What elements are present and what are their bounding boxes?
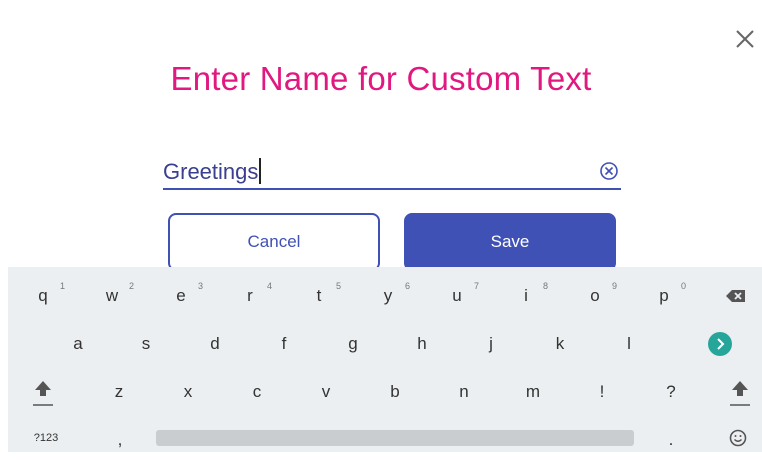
key-a-label: a xyxy=(73,334,83,353)
key-hint: 0 xyxy=(680,281,686,291)
shift-left-key[interactable] xyxy=(15,371,71,413)
key-hint: 9 xyxy=(611,281,617,291)
key-b[interactable]: b xyxy=(367,371,423,413)
key-i-label: i xyxy=(524,286,528,305)
key-q[interactable]: q1 xyxy=(15,275,71,317)
key-h[interactable]: h xyxy=(394,323,450,365)
key-t-label: t xyxy=(316,286,322,305)
key-s[interactable]: s xyxy=(118,323,174,365)
key-r[interactable]: r4 xyxy=(222,275,278,317)
key-h-label: h xyxy=(417,334,427,353)
key-c-label: c xyxy=(252,382,262,401)
key-d[interactable]: d xyxy=(187,323,243,365)
enter-key[interactable] xyxy=(692,323,748,365)
key-p-label: p xyxy=(659,286,669,305)
comma-key[interactable]: , xyxy=(92,419,148,461)
key-hint: 2 xyxy=(128,281,134,291)
key-b-label: b xyxy=(390,382,400,401)
key-i[interactable]: i8 xyxy=(498,275,554,317)
key-t[interactable]: t5 xyxy=(291,275,347,317)
key-o[interactable]: o9 xyxy=(567,275,623,317)
key-d-label: d xyxy=(210,334,220,353)
key-y-label: y xyxy=(383,286,393,305)
key-exclaim[interactable]: ! xyxy=(574,371,630,413)
save-button[interactable]: Save xyxy=(404,213,616,271)
key-o-label: o xyxy=(590,286,600,305)
dialog-title: Enter Name for Custom Text xyxy=(170,60,592,97)
key-hint: 5 xyxy=(335,281,341,291)
key-y[interactable]: y6 xyxy=(360,275,416,317)
key-f-label: f xyxy=(281,334,287,353)
key-exclaim-label: ! xyxy=(599,382,605,401)
key-w[interactable]: w2 xyxy=(84,275,140,317)
key-hint: 6 xyxy=(404,281,410,291)
key-question[interactable]: ? xyxy=(643,371,699,413)
clear-circle-icon[interactable] xyxy=(599,161,619,181)
key-c[interactable]: c xyxy=(229,371,285,413)
next-arrow-icon xyxy=(708,332,732,356)
key-x[interactable]: x xyxy=(160,371,216,413)
name-field-value[interactable]: Greetings xyxy=(163,158,262,185)
period-key-label: . xyxy=(668,430,674,449)
backspace-key[interactable] xyxy=(708,275,762,317)
period-key[interactable]: . xyxy=(643,419,699,461)
comma-key-label: , xyxy=(117,430,123,449)
key-hint: 4 xyxy=(266,281,272,291)
key-j[interactable]: j xyxy=(463,323,519,365)
close-button[interactable] xyxy=(732,26,758,52)
shift-icon xyxy=(33,381,53,406)
key-u-label: u xyxy=(452,286,462,305)
soft-keyboard: q 1 w 2 e 3 r 4 t 5 y 6 u 7 i 8 o 9 p 0 a s d f g h j k l z x c v b n m!? ?1… xyxy=(8,267,762,452)
key-l-label: l xyxy=(627,334,631,353)
key-n-label: n xyxy=(459,382,469,401)
key-g[interactable]: g xyxy=(325,323,381,365)
key-a[interactable]: a xyxy=(50,323,106,365)
emoji-icon xyxy=(729,429,747,447)
key-hint: 3 xyxy=(197,281,203,291)
key-e-label: e xyxy=(176,286,186,305)
key-e[interactable]: e3 xyxy=(153,275,209,317)
text-caret xyxy=(259,158,262,184)
key-g-label: g xyxy=(348,334,358,353)
key-f[interactable]: f xyxy=(256,323,312,365)
key-l[interactable]: l xyxy=(601,323,657,365)
key-v[interactable]: v xyxy=(298,371,354,413)
name-field[interactable]: Greetings xyxy=(163,152,621,190)
key-k-label: k xyxy=(555,334,565,353)
key-s-label: s xyxy=(141,334,151,353)
symbols-key[interactable]: ?123 xyxy=(18,417,74,459)
key-v-label: v xyxy=(321,382,331,401)
space-bar-key[interactable] xyxy=(156,430,634,446)
key-question-label: ? xyxy=(666,382,676,401)
emoji-key[interactable] xyxy=(710,417,762,459)
key-w-label: w xyxy=(105,286,119,305)
key-n[interactable]: n xyxy=(436,371,492,413)
key-hint: 8 xyxy=(542,281,548,291)
key-z[interactable]: z xyxy=(91,371,147,413)
symbols-key-label: ?123 xyxy=(33,432,59,444)
key-z-label: z xyxy=(114,382,124,401)
shift-right-key[interactable] xyxy=(712,371,762,413)
key-q-label: q xyxy=(38,286,48,305)
key-r-label: r xyxy=(247,286,253,305)
key-x-label: x xyxy=(183,382,193,401)
key-u[interactable]: u7 xyxy=(429,275,485,317)
key-m[interactable]: m xyxy=(505,371,561,413)
key-hint: 7 xyxy=(473,281,479,291)
name-field-text: Greetings xyxy=(163,159,259,184)
key-j-label: j xyxy=(489,334,493,353)
close-icon xyxy=(736,30,754,48)
key-hint: 1 xyxy=(59,281,65,291)
key-k[interactable]: k xyxy=(532,323,588,365)
cancel-button[interactable]: Cancel xyxy=(168,213,380,271)
backspace-icon xyxy=(726,290,745,302)
key-p[interactable]: p0 xyxy=(636,275,692,317)
shift-icon xyxy=(730,381,750,406)
key-m-label: m xyxy=(525,382,541,401)
